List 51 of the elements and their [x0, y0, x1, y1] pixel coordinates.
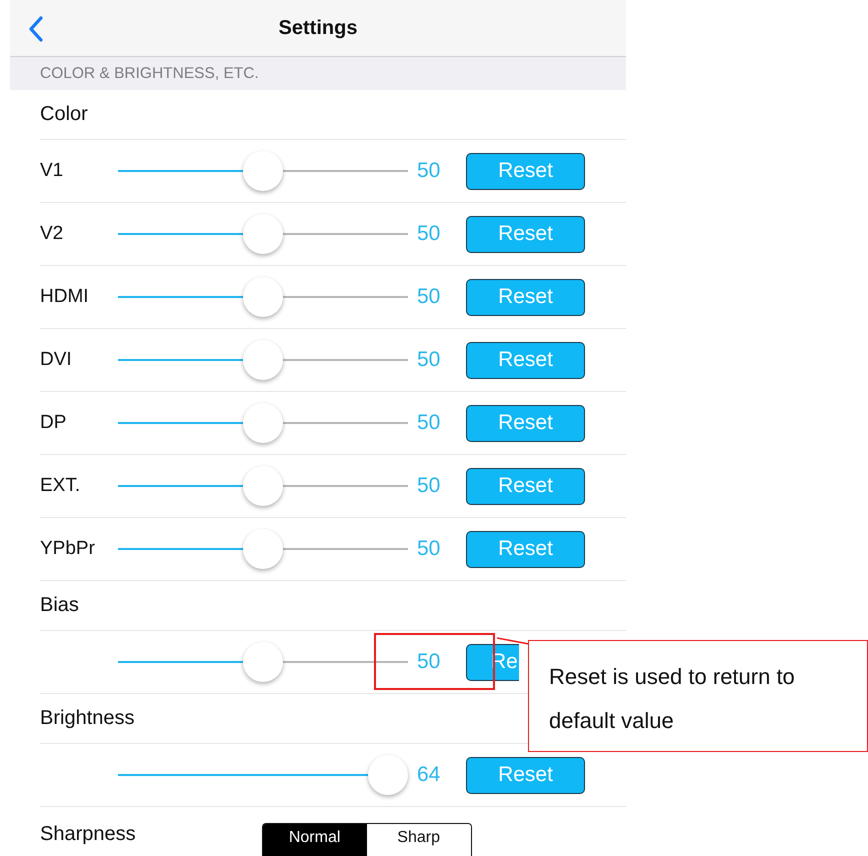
- slider-value: 50: [416, 222, 442, 246]
- setting-label: Sharpness: [40, 823, 136, 846]
- reset-button[interactable]: Reset: [466, 278, 585, 316]
- slider-label: YPbPr: [40, 538, 96, 560]
- slider-thumb[interactable]: [243, 277, 283, 317]
- section-title: COLOR & BRIGHTNESS, ETC.: [40, 64, 259, 82]
- slider-thumb[interactable]: [243, 403, 283, 443]
- slider-thumb[interactable]: [243, 151, 283, 191]
- reset-button[interactable]: Reset: [466, 756, 585, 794]
- group-label: Bias: [40, 594, 79, 617]
- slider-label: EXT.: [40, 475, 82, 497]
- back-icon[interactable]: [28, 16, 44, 42]
- slider-value: 50: [416, 348, 442, 372]
- slider-thumb[interactable]: [243, 466, 283, 506]
- slider-track[interactable]: [118, 151, 408, 191]
- slider-track[interactable]: [118, 755, 408, 795]
- slider-track[interactable]: [118, 529, 408, 569]
- slider-track[interactable]: [118, 277, 408, 317]
- slider-track[interactable]: [118, 214, 408, 254]
- slider-label: HDMI: [40, 286, 90, 308]
- slider-value: 50: [416, 650, 442, 674]
- slider-thumb[interactable]: [243, 529, 283, 569]
- annotation-text: Reset is used to return to default value: [549, 664, 795, 733]
- slider-thumb[interactable]: [243, 214, 283, 254]
- slider-value: 50: [416, 285, 442, 309]
- slider-value: 50: [416, 411, 442, 435]
- slider-label: V1: [40, 160, 64, 182]
- slider-thumb[interactable]: [243, 642, 283, 682]
- reset-button[interactable]: Reset: [466, 342, 585, 378]
- slider-track[interactable]: [118, 642, 408, 682]
- reset-button[interactable]: Reset: [466, 468, 585, 504]
- slider-value: 64: [416, 763, 442, 787]
- reset-button[interactable]: Reset: [466, 152, 585, 190]
- slider-label: DVI: [40, 349, 73, 371]
- slider-thumb[interactable]: [243, 340, 283, 380]
- slider-value: 50: [416, 474, 442, 498]
- reset-button[interactable]: Reset: [466, 530, 585, 568]
- slider-value: 50: [416, 159, 442, 183]
- slider-label: DP: [40, 412, 68, 434]
- group-label: Brightness: [40, 707, 134, 730]
- page-title: Settings: [278, 16, 358, 40]
- slider-label: V2: [40, 223, 64, 245]
- slider-track[interactable]: [118, 466, 408, 506]
- reset-button[interactable]: Reset: [466, 216, 585, 252]
- group-label: Color: [40, 103, 88, 126]
- slider-thumb[interactable]: [368, 755, 408, 795]
- segment-option[interactable]: Normal: [262, 824, 367, 856]
- slider-track[interactable]: [118, 340, 408, 380]
- slider-track[interactable]: [118, 403, 408, 443]
- slider-value: 50: [416, 537, 442, 561]
- reset-button[interactable]: Reset: [466, 404, 585, 442]
